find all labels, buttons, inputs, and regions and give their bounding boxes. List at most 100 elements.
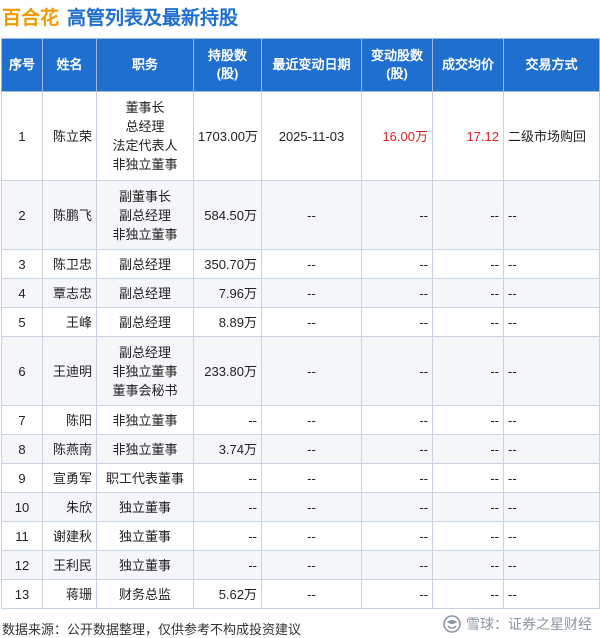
cell-position: 副总经理 bbox=[96, 307, 194, 337]
cell-change: -- bbox=[361, 579, 433, 609]
cell-change: -- bbox=[361, 180, 433, 250]
position-line: 财务总监 bbox=[118, 586, 171, 602]
header-change-line2: (股) bbox=[386, 66, 408, 81]
table-row: 5 王峰 副总经理 8.89万 -- -- -- -- bbox=[1, 307, 600, 337]
header-method: 交易方式 bbox=[503, 38, 600, 92]
cell-holding: 3.74万 bbox=[193, 434, 262, 464]
cell-avg-price: -- bbox=[432, 579, 504, 609]
company-name: 百合花 bbox=[2, 7, 60, 29]
cell-change: -- bbox=[361, 550, 433, 580]
header-last-date: 最近变动日期 bbox=[261, 38, 362, 92]
table-row: 8 陈燕南 非独立董事 3.74万 -- -- -- -- bbox=[1, 434, 600, 464]
cell-seq: 13 bbox=[1, 579, 43, 609]
cell-method: -- bbox=[503, 463, 600, 493]
position-line: 副总经理 bbox=[118, 285, 171, 301]
cell-last-date: -- bbox=[261, 550, 362, 580]
cell-method: -- bbox=[503, 579, 600, 609]
cell-holding: 350.70万 bbox=[193, 249, 262, 279]
header-holding-line1: 持股数 bbox=[207, 48, 247, 63]
table-row: 2 陈鹏飞 副董事长 副总经理 非独立董事 584.50万 -- -- -- -- bbox=[1, 180, 600, 250]
cell-method: -- bbox=[503, 307, 600, 337]
header-position: 职务 bbox=[96, 38, 194, 92]
cell-position: 独立董事 bbox=[96, 492, 194, 522]
position-line: 副总经理 bbox=[118, 207, 171, 223]
cell-last-date: -- bbox=[261, 492, 362, 522]
cell-avg-price: -- bbox=[432, 521, 504, 551]
table-row: 13 蒋珊 财务总监 5.62万 -- -- -- -- bbox=[1, 579, 600, 609]
cell-position: 财务总监 bbox=[96, 579, 194, 609]
cell-position: 非独立董事 bbox=[96, 434, 194, 464]
cell-name: 王迪明 bbox=[42, 336, 97, 406]
cell-seq: 7 bbox=[1, 405, 43, 435]
cell-holding: -- bbox=[193, 521, 262, 551]
cell-seq: 11 bbox=[1, 521, 43, 551]
table-row: 3 陈卫忠 副总经理 350.70万 -- -- -- -- bbox=[1, 249, 600, 279]
cell-holding: 8.89万 bbox=[193, 307, 262, 337]
cell-name: 宣勇军 bbox=[42, 463, 97, 493]
table-row: 4 覃志忠 副总经理 7.96万 -- -- -- -- bbox=[1, 278, 600, 308]
header-holding-line2: (股) bbox=[216, 66, 239, 81]
cell-method: -- bbox=[503, 434, 600, 464]
cell-name: 陈燕南 bbox=[42, 434, 97, 464]
cell-change: -- bbox=[361, 521, 433, 551]
cell-position: 非独立董事 bbox=[96, 405, 194, 435]
table-row: 6 王迪明 副总经理 非独立董事 董事会秘书 233.80万 -- -- -- -- bbox=[1, 336, 600, 406]
brand-text: 雪球：证券之星财经 bbox=[466, 616, 592, 632]
cell-name: 王峰 bbox=[42, 307, 97, 337]
cell-avg-price: -- bbox=[432, 492, 504, 522]
table-title: 高管列表及最新持股 bbox=[67, 7, 239, 29]
cell-avg-price: -- bbox=[432, 249, 504, 279]
position-line: 非独立董事 bbox=[112, 412, 178, 428]
cell-holding: -- bbox=[193, 492, 262, 522]
position-line: 总经理 bbox=[125, 119, 165, 134]
cell-avg-price: -- bbox=[432, 463, 504, 493]
cell-seq: 4 bbox=[1, 278, 43, 308]
cell-holding: 584.50万 bbox=[193, 180, 262, 250]
cell-seq: 8 bbox=[1, 434, 43, 464]
position-line: 独立董事 bbox=[118, 499, 171, 515]
cell-position: 副董事长 副总经理 非独立董事 bbox=[96, 180, 194, 250]
cell-name: 陈阳 bbox=[42, 405, 97, 435]
cell-last-date: -- bbox=[261, 180, 362, 250]
cell-last-date: -- bbox=[261, 434, 362, 464]
table-body: 1 陈立荣 董事长 总经理 法定代表人 非独立董事 1703.00万 2025-11-03 16… bbox=[1, 91, 600, 609]
cell-method: -- bbox=[503, 550, 600, 580]
table-row: 12 王利民 独立董事 -- -- -- -- -- bbox=[1, 550, 600, 580]
header-seq: 序号 bbox=[1, 38, 43, 92]
cell-seq: 12 bbox=[1, 550, 43, 580]
cell-last-date: 2025-11-03 bbox=[261, 91, 362, 181]
cell-last-date: -- bbox=[261, 521, 362, 551]
table-row: 10 朱欣 独立董事 -- -- -- -- -- bbox=[1, 492, 600, 522]
cell-position: 独立董事 bbox=[96, 550, 194, 580]
cell-holding: -- bbox=[193, 550, 262, 580]
cell-holding: 7.96万 bbox=[193, 278, 262, 308]
page-title: 百合花 高管列表及最新持股 bbox=[2, 2, 238, 30]
cell-name: 谢建秋 bbox=[42, 521, 97, 551]
cell-holding: -- bbox=[193, 405, 262, 435]
table-header-row: 序号 姓名 职务 持股数 (股) 最近变动日期 变动股数 (股) 成交均价 交易… bbox=[1, 38, 600, 92]
cell-change: -- bbox=[361, 463, 433, 493]
cell-position: 独立董事 bbox=[96, 521, 194, 551]
cell-name: 王利民 bbox=[42, 550, 97, 580]
cell-seq: 3 bbox=[1, 249, 43, 279]
cell-last-date: -- bbox=[261, 249, 362, 279]
cell-holding: 5.62万 bbox=[193, 579, 262, 609]
executives-table: 序号 姓名 职务 持股数 (股) 最近变动日期 变动股数 (股) 成交均价 交易… bbox=[1, 38, 600, 609]
snowball-icon bbox=[443, 615, 461, 633]
cell-method: -- bbox=[503, 249, 600, 279]
cell-seq: 1 bbox=[1, 91, 43, 181]
cell-change: -- bbox=[361, 307, 433, 337]
cell-avg-price: -- bbox=[432, 307, 504, 337]
cell-seq: 9 bbox=[1, 463, 43, 493]
cell-name: 朱欣 bbox=[42, 492, 97, 522]
cell-method: -- bbox=[503, 405, 600, 435]
position-line: 非独立董事 bbox=[112, 157, 178, 172]
position-line: 独立董事 bbox=[118, 557, 171, 573]
cell-name: 陈鹏飞 bbox=[42, 180, 97, 250]
cell-avg-price: -- bbox=[432, 278, 504, 308]
cell-last-date: -- bbox=[261, 579, 362, 609]
cell-change: -- bbox=[361, 434, 433, 464]
cell-change: -- bbox=[361, 278, 433, 308]
position-line: 独立董事 bbox=[118, 528, 171, 544]
cell-position: 副总经理 bbox=[96, 278, 194, 308]
